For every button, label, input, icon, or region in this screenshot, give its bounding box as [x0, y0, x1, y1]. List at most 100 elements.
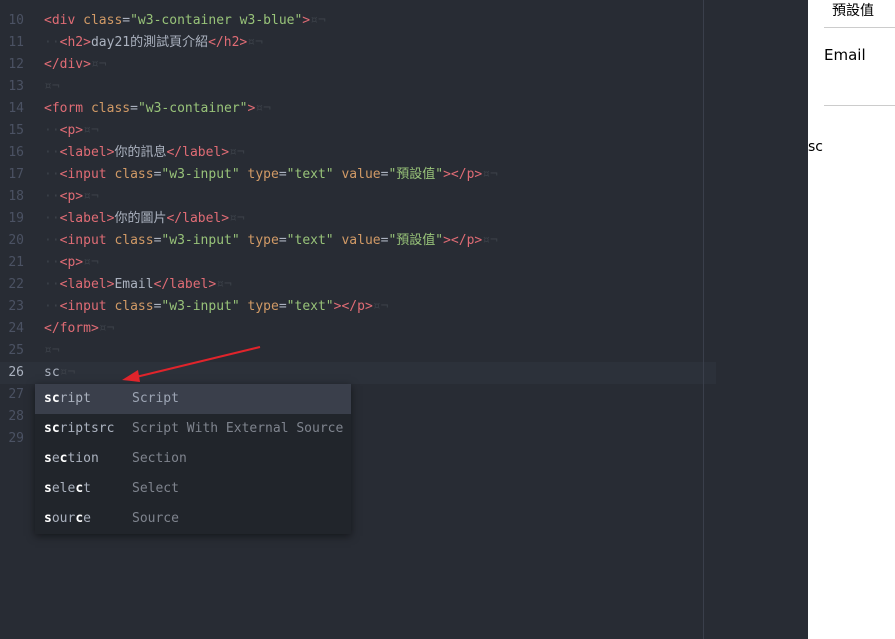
- code-token: <h2: [59, 35, 84, 50]
- code-token: class: [90, 101, 131, 116]
- code-token: ></p>: [333, 299, 373, 314]
- code-line[interactable]: 26 sc¤¬: [0, 362, 716, 384]
- code-line[interactable]: 20 ··<input class="w3-input" type="text" …: [0, 230, 808, 252]
- code-token: <input: [59, 299, 107, 314]
- preview-email-label: Email: [824, 46, 866, 64]
- code-token: "w3-container": [137, 101, 248, 116]
- autocomplete-description: Script With External Source: [132, 421, 344, 436]
- line-number: 13: [8, 79, 24, 94]
- code-token: =: [278, 233, 287, 248]
- code-line[interactable]: 16 ··<label>你的訊息</label>¤¬: [0, 142, 808, 164]
- code-token: ¤¬: [44, 343, 60, 358]
- code-token: ··: [44, 189, 60, 204]
- autocomplete-word-part: c: [75, 481, 84, 496]
- code-text: ··<label>你的訊息</label>¤¬: [44, 142, 245, 164]
- autocomplete-word-part: sc: [44, 421, 60, 436]
- code-line[interactable]: 17 ··<input class="w3-input" type="text" …: [0, 164, 808, 186]
- code-token: value: [341, 167, 381, 182]
- code-token: "預設值": [388, 167, 444, 182]
- preview-sc-text: sc: [808, 139, 823, 155]
- code-token: ¤¬: [247, 35, 263, 50]
- autocomplete-item[interactable]: source Source: [35, 504, 351, 534]
- autocomplete-word-part: our: [51, 511, 76, 526]
- autocomplete-word: scriptsrc: [44, 414, 114, 444]
- code-line[interactable]: 11 ··<h2>day21的測試頁介紹</h2>¤¬: [0, 32, 808, 54]
- autocomplete-word-part: riptsrc: [59, 421, 115, 436]
- autocomplete-word-part: c: [75, 511, 84, 526]
- code-token: class: [83, 13, 123, 28]
- code-token: type: [247, 167, 279, 182]
- autocomplete-item[interactable]: select Select: [35, 474, 351, 504]
- code-token: >: [302, 13, 311, 28]
- code-line[interactable]: 10 <div class="w3-container w3-blue">¤¬: [0, 10, 808, 32]
- line-number: 29: [8, 431, 24, 446]
- code-line[interactable]: 18 ··<p>¤¬: [0, 186, 808, 208]
- code-token: =: [278, 299, 287, 314]
- code-token: ··: [44, 123, 60, 138]
- code-token: ¤¬: [482, 233, 498, 248]
- line-number: 12: [8, 57, 24, 72]
- autocomplete-word: section: [44, 444, 99, 474]
- code-token: ¤¬: [310, 13, 326, 28]
- autocomplete-item[interactable]: scriptsrc Script With External Source: [35, 414, 351, 444]
- code-token: <p>: [59, 189, 84, 204]
- code-line[interactable]: 25 ¤¬: [0, 340, 808, 362]
- autocomplete-word: script: [44, 384, 91, 414]
- code-line[interactable]: 24 </form>¤¬: [0, 318, 808, 340]
- code-token: class: [114, 167, 154, 182]
- code-token: ¤¬: [83, 123, 99, 138]
- code-token: "w3-input": [161, 167, 240, 182]
- code-token: ¤¬: [372, 299, 389, 314]
- code-text: ··<input class="w3-input" type="text" va…: [44, 164, 498, 186]
- code-token: ¤¬: [83, 255, 99, 270]
- code-line[interactable]: 12 </div>¤¬: [0, 54, 808, 76]
- code-token: "w3-container w3-blue": [130, 13, 303, 28]
- line-number: 26: [8, 365, 24, 380]
- code-editor[interactable]: 10 <div class="w3-container w3-blue">¤¬ 11…: [0, 0, 808, 639]
- autocomplete-item[interactable]: script Script: [35, 384, 351, 414]
- code-text: ··<p>¤¬: [44, 120, 99, 142]
- code-line[interactable]: 19 ··<label>你的圖片</label>¤¬: [0, 208, 808, 230]
- code-token: </div>: [44, 57, 91, 72]
- code-token: =: [278, 167, 287, 182]
- preview-email-input[interactable]: [824, 70, 895, 106]
- code-token: ¤¬: [229, 145, 245, 160]
- code-text: ··<p>¤¬: [44, 186, 99, 208]
- autocomplete-description: Script: [132, 391, 179, 406]
- code-line[interactable]: 13 ¤¬: [0, 76, 808, 98]
- code-line[interactable]: 22 ··<label>Email</label>¤¬: [0, 274, 808, 296]
- code-line[interactable]: 23 ··<input class="w3-input" type="text">…: [0, 296, 808, 318]
- code-token: ¤¬: [44, 79, 60, 94]
- code-token: <div: [44, 13, 76, 28]
- code-token: <form: [44, 101, 84, 116]
- code-token: =: [122, 13, 131, 28]
- autocomplete-item[interactable]: section Section: [35, 444, 351, 474]
- code-line[interactable]: 15 ··<p>¤¬: [0, 120, 808, 142]
- code-token: </form>: [44, 321, 99, 336]
- code-token: </h2>: [208, 35, 248, 50]
- autocomplete-word-part: ele: [51, 481, 76, 496]
- code-token: ··: [44, 233, 60, 248]
- code-token: ¤¬: [216, 277, 232, 292]
- code-token: "w3-input": [161, 299, 240, 314]
- autocomplete-word-part: ript: [59, 391, 91, 406]
- code-token: ··: [44, 299, 60, 314]
- code-token: ··: [44, 167, 60, 182]
- code-token: ··: [44, 255, 60, 270]
- autocomplete-popup[interactable]: script Script scriptsrc Script With Externa…: [35, 384, 351, 534]
- code-line[interactable]: 14 <form class="w3-container">¤¬: [0, 98, 808, 120]
- code-line[interactable]: 21 ··<p>¤¬: [0, 252, 808, 274]
- preview-pane: 預設值 Email sc: [808, 0, 895, 639]
- code-token: >: [83, 35, 91, 50]
- preview-input-field[interactable]: 預設值: [824, 0, 895, 28]
- code-token: "text": [286, 233, 334, 248]
- line-number: 23: [8, 299, 24, 314]
- autocomplete-word-part: tion: [67, 451, 99, 466]
- autocomplete-word-part: t: [83, 481, 91, 496]
- code-token: ¤¬: [83, 189, 99, 204]
- code-token: "text": [286, 167, 334, 182]
- code-text: sc¤¬: [44, 362, 75, 384]
